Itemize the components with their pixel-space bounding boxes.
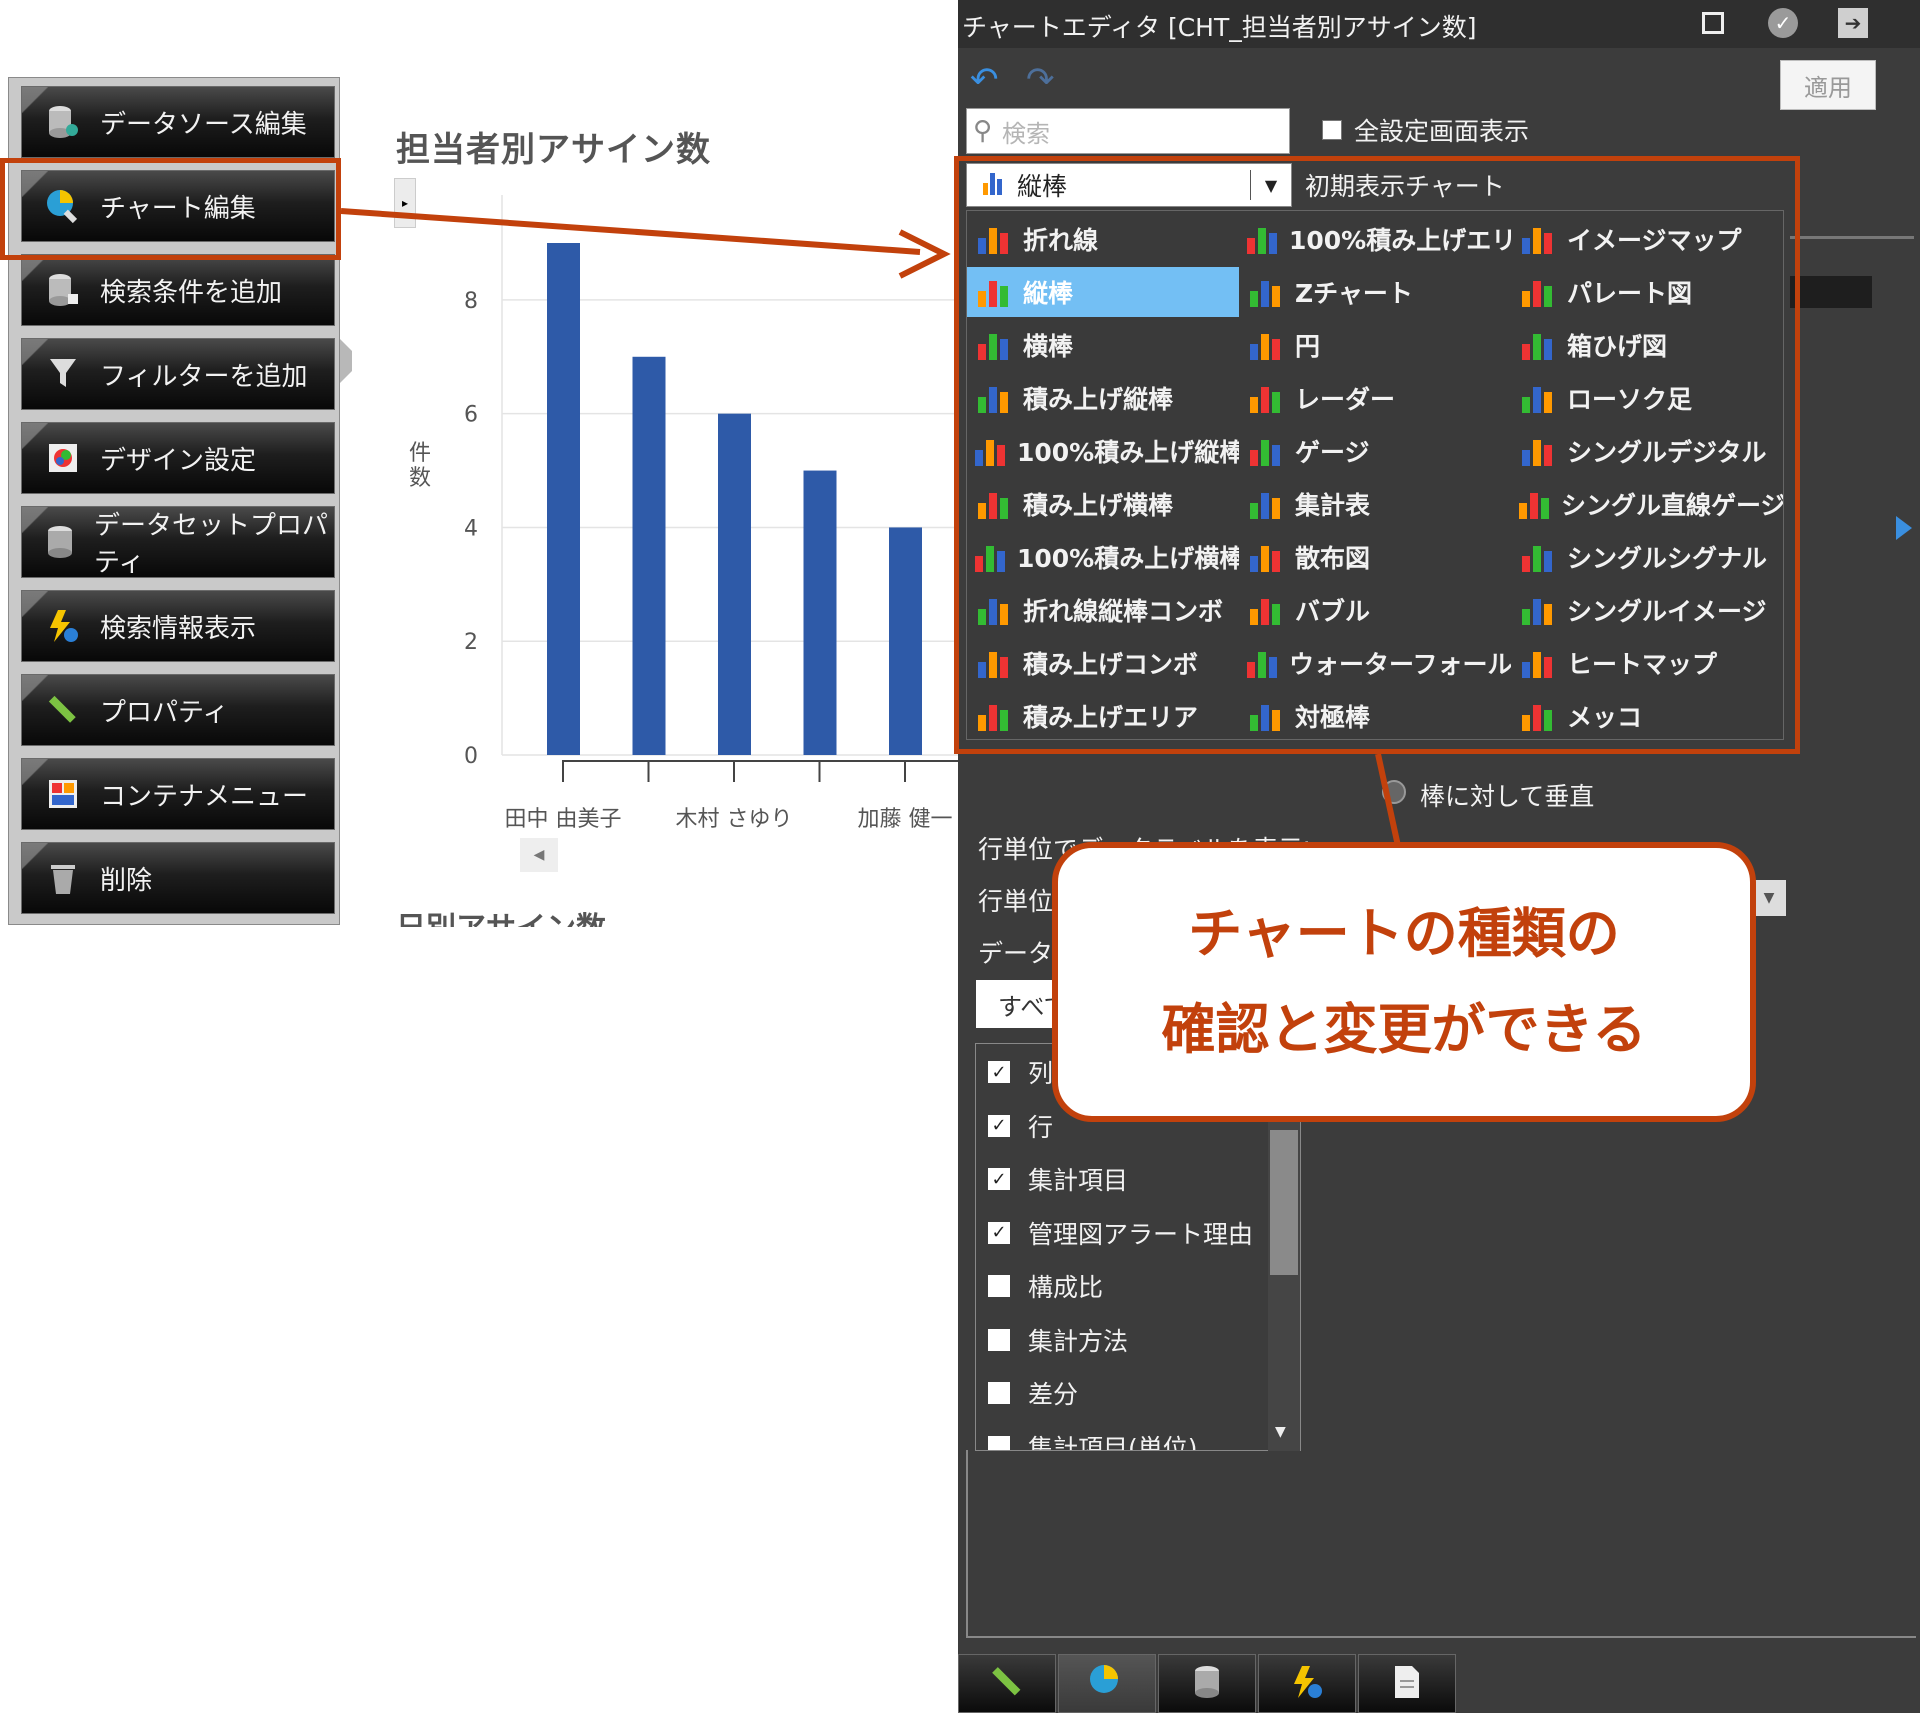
callout-connector	[1375, 753, 1401, 847]
annotation-callout: チャートの種類の 確認と変更ができる	[1052, 842, 1756, 1122]
callout-line-2: 確認と変更ができる	[1161, 998, 1647, 1061]
callout-line-1: チャートの種類の	[1188, 902, 1620, 965]
arrow-line	[340, 208, 921, 255]
